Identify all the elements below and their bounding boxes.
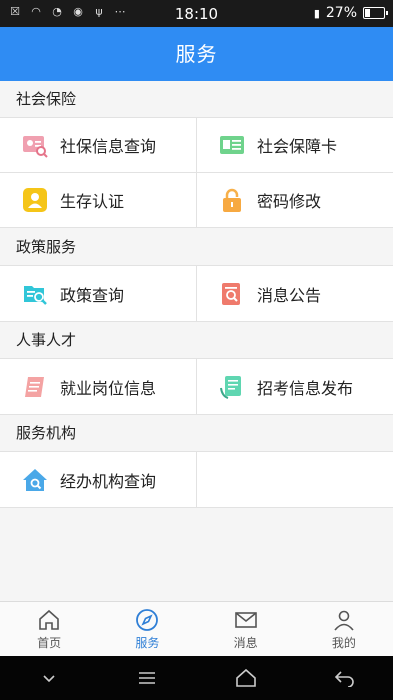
menu-icon[interactable] xyxy=(132,663,162,693)
scroll-document-icon xyxy=(25,376,44,397)
grid-item-survival-auth[interactable]: 生存认证 xyxy=(0,173,196,227)
tab-services[interactable]: 服务 xyxy=(98,602,196,656)
grid-item-social-info-query[interactable]: 社保信息查询 xyxy=(0,118,196,172)
grid-row: 生存认证 密码修改 xyxy=(0,173,393,228)
exam-document-icon xyxy=(220,375,241,399)
person-icon xyxy=(334,610,354,631)
grid-row: 就业岗位信息 招考信息发布 xyxy=(0,359,393,415)
mail-icon xyxy=(234,611,257,628)
tab-profile[interactable]: 我的 xyxy=(295,602,393,656)
compass-icon xyxy=(136,608,159,631)
tab-home[interactable]: 首页 xyxy=(0,602,98,656)
battery-percent: 27% xyxy=(325,5,357,21)
document-search-icon xyxy=(24,285,47,305)
grid-item-empty xyxy=(196,452,393,507)
section-title-personnel: 人事人才 xyxy=(0,322,393,359)
home-icon xyxy=(39,609,59,630)
grid-item-social-security-card[interactable]: 社会保障卡 xyxy=(196,118,393,172)
grid-item-job-positions[interactable]: 就业岗位信息 xyxy=(0,359,196,414)
id-card-search-icon xyxy=(23,136,48,158)
grid-item-label: 就业岗位信息 xyxy=(60,378,157,398)
card-icon xyxy=(220,136,244,154)
tab-label: 我的 xyxy=(331,635,356,650)
user-badge-icon xyxy=(23,188,47,212)
battery-icon xyxy=(363,7,388,19)
section-title-social-insurance: 社会保险 xyxy=(0,81,393,118)
grid-item-announcements[interactable]: 消息公告 xyxy=(196,266,393,321)
grid-row: 政策查询 消息公告 xyxy=(0,266,393,322)
grid-item-label: 政策查询 xyxy=(60,285,125,305)
signal-icon: ▮ xyxy=(313,6,320,20)
status-right: ▮ 27% xyxy=(313,5,388,21)
chevron-down-icon[interactable] xyxy=(34,663,64,693)
grid-item-policy-query[interactable]: 政策查询 xyxy=(0,266,196,321)
notice-search-icon xyxy=(222,282,240,305)
lock-icon xyxy=(223,188,241,212)
home-nav-icon[interactable] xyxy=(231,663,261,693)
bottom-tab-bar: 首页 服务 消息 我的 xyxy=(0,601,393,656)
grid-item-label: 消息公告 xyxy=(257,285,322,305)
grid-row: 经办机构查询 xyxy=(0,452,393,508)
section-title-policy: 政策服务 xyxy=(0,229,393,266)
grid-item-label: 社保信息查询 xyxy=(60,137,157,156)
grid-item-label: 经办机构查询 xyxy=(60,471,157,491)
house-search-icon xyxy=(23,468,47,491)
tab-label: 消息 xyxy=(233,635,258,650)
grid-item-label: 社会保障卡 xyxy=(257,137,338,156)
system-nav-bar xyxy=(0,656,393,700)
tab-label: 服务 xyxy=(135,635,160,650)
back-icon[interactable] xyxy=(329,663,359,693)
grid-row: 社保信息查询 社会保障卡 xyxy=(0,118,393,173)
section-title-service-agencies: 服务机构 xyxy=(0,415,393,452)
grid-item-exam-info[interactable]: 招考信息发布 xyxy=(196,359,393,414)
tab-label: 首页 xyxy=(37,635,62,650)
tab-messages[interactable]: 消息 xyxy=(197,602,295,656)
status-bar: ☒ ◠ ◔ ◉ ψ ⋯ 18:10 ▮ 27% xyxy=(0,0,393,27)
grid-item-label: 生存认证 xyxy=(60,192,125,211)
grid-item-label: 招考信息发布 xyxy=(257,378,354,398)
page-title: 服务 xyxy=(0,27,393,81)
grid-item-agency-query[interactable]: 经办机构查询 xyxy=(0,452,196,507)
grid-item-label: 密码修改 xyxy=(257,192,322,211)
grid-item-password-change[interactable]: 密码修改 xyxy=(196,173,393,227)
